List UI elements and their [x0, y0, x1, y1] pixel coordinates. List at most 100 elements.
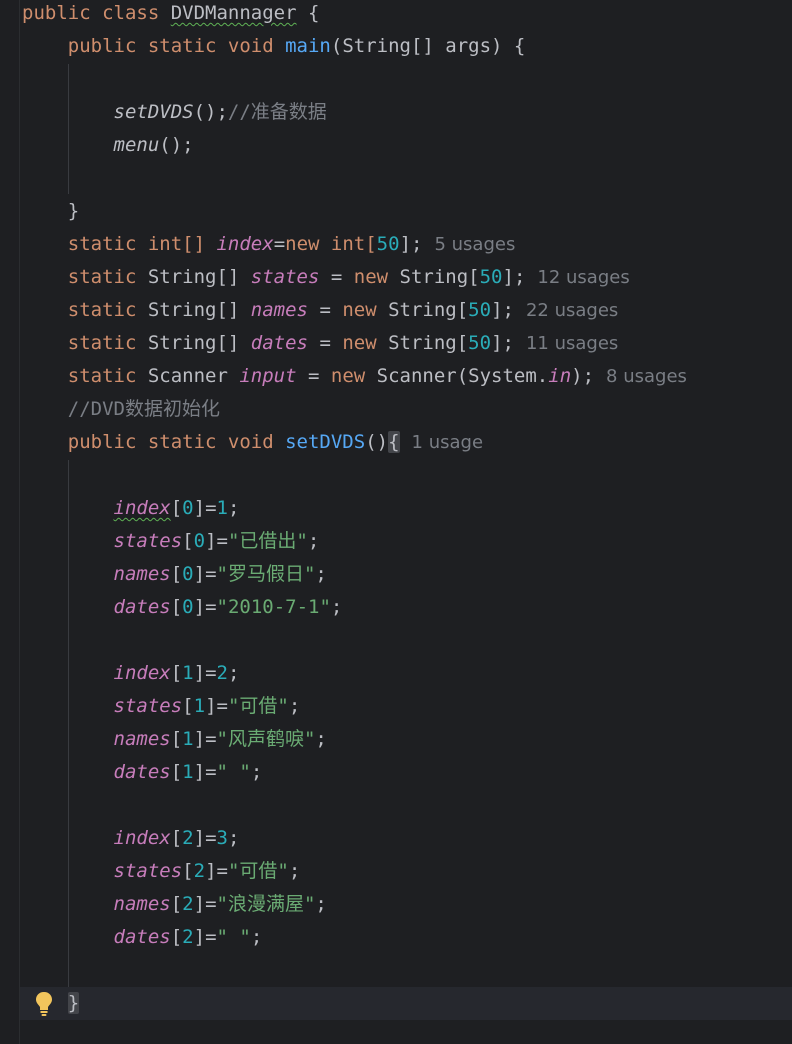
- code-line-field-index[interactable]: static int[] index=new int[50]; 5 usages: [22, 228, 516, 261]
- string-value: "罗马假日": [216, 563, 316, 585]
- string-value: " ": [216, 761, 251, 783]
- field-ref[interactable]: states: [114, 860, 183, 882]
- field-ref[interactable]: index: [114, 497, 171, 519]
- code-line-assignment[interactable]: index[0]=1;: [22, 492, 240, 525]
- type: int[: [330, 233, 377, 255]
- code-line-class-decl[interactable]: public class DVDMannager {: [22, 0, 319, 30]
- array-index: 0: [182, 596, 194, 618]
- code-line-assignment[interactable]: index[1]=2;: [22, 657, 240, 690]
- gutter-divider: [19, 0, 20, 1044]
- field-ref[interactable]: names: [114, 728, 171, 750]
- keyword: static: [67, 365, 148, 387]
- code-line-field-states[interactable]: static String[] states = new String[50];…: [22, 261, 630, 294]
- operator: ]=: [193, 761, 217, 783]
- string-value: "2010-7-1": [216, 596, 331, 618]
- code-line-call-menu[interactable]: menu();: [22, 129, 194, 162]
- array-index: 1: [182, 662, 194, 684]
- string-value: "可借": [227, 860, 289, 882]
- code-line-assignment[interactable]: dates[2]=" ";: [22, 921, 263, 954]
- usages-hint[interactable]: 22 usages: [526, 300, 618, 321]
- value: 3: [216, 827, 228, 849]
- field-ref[interactable]: states: [114, 530, 183, 552]
- field-ref[interactable]: names: [114, 893, 171, 915]
- code-line-close-setdvds[interactable]: }: [22, 987, 80, 1020]
- semicolon: ;: [250, 761, 263, 783]
- code-line-close-main[interactable]: }: [22, 195, 79, 228]
- bracket: [: [170, 893, 183, 915]
- class-name[interactable]: DVDMannager: [171, 2, 297, 24]
- operator: =: [273, 233, 286, 255]
- bracket: [: [182, 695, 194, 717]
- field-name[interactable]: states: [251, 266, 320, 288]
- field-name[interactable]: dates: [251, 332, 308, 354]
- keyword: new: [285, 233, 331, 255]
- keyword: static: [67, 299, 148, 321]
- method-name[interactable]: setDVDS: [285, 431, 365, 453]
- semicolon: ;: [307, 530, 320, 552]
- code-line-assignment[interactable]: dates[0]="2010-7-1";: [22, 591, 343, 624]
- code-line-field-names[interactable]: static String[] names = new String[50]; 2…: [22, 294, 619, 327]
- array-index: 2: [182, 827, 194, 849]
- field-ref[interactable]: index: [114, 827, 171, 849]
- code-line-assignment[interactable]: names[2]="浪漫满屋";: [22, 888, 327, 921]
- bracket: [: [170, 761, 183, 783]
- code-line-assignment[interactable]: names[1]="风声鹤唳";: [22, 723, 327, 756]
- field-ref[interactable]: index: [114, 662, 171, 684]
- operator: ]=: [193, 662, 217, 684]
- constructor-call: Scanner(System.: [376, 365, 549, 387]
- comment: //准备数据: [227, 101, 327, 123]
- field-name[interactable]: index: [216, 233, 273, 255]
- array-index: 0: [182, 497, 194, 519]
- method-call[interactable]: menu: [114, 134, 160, 156]
- keyword: new: [353, 266, 400, 288]
- field-name[interactable]: input: [239, 365, 296, 387]
- code-editor[interactable]: public class DVDMannager { public static…: [0, 0, 792, 1044]
- code-line-assignment[interactable]: states[0]="已借出";: [22, 525, 320, 558]
- current-line-highlight: [20, 987, 792, 1020]
- usages-hint[interactable]: 8 usages: [606, 366, 687, 387]
- code-line-call-setdvds[interactable]: setDVDS();//准备数据: [22, 96, 327, 129]
- field-ref[interactable]: dates: [114, 761, 171, 783]
- code-line-assignment[interactable]: states[1]="可借";: [22, 690, 301, 723]
- keyword: static: [67, 233, 148, 255]
- semicolon: ;: [288, 695, 301, 717]
- code-line-assignment[interactable]: dates[1]=" ";: [22, 756, 263, 789]
- type: String[]: [147, 299, 251, 321]
- code-line-field-dates[interactable]: static String[] dates = new String[50]; 1…: [22, 327, 619, 360]
- code-line-assignment[interactable]: index[2]=3;: [22, 822, 240, 855]
- code-line-field-input[interactable]: static Scanner input = new Scanner(Syste…: [22, 360, 687, 393]
- field-ref[interactable]: dates: [114, 596, 171, 618]
- field-ref[interactable]: names: [114, 563, 171, 585]
- static-field[interactable]: in: [548, 365, 571, 387]
- usages-hint[interactable]: 5 usages: [434, 234, 515, 255]
- semicolon: ;: [250, 926, 263, 948]
- code-line-assignment[interactable]: names[0]="罗马假日";: [22, 558, 327, 591]
- type: int[]: [147, 233, 217, 255]
- operator: ]=: [205, 530, 228, 552]
- keyword: public class: [22, 2, 171, 24]
- field-name[interactable]: names: [251, 299, 308, 321]
- field-ref[interactable]: states: [114, 695, 183, 717]
- usages-hint[interactable]: 12 usages: [537, 267, 629, 288]
- operator: =: [308, 299, 343, 321]
- parentheses: (): [365, 431, 389, 453]
- method-call[interactable]: setDVDS: [114, 101, 194, 123]
- usages-hint[interactable]: 11 usages: [526, 333, 618, 354]
- keyword: new: [342, 332, 389, 354]
- code-line-setdvds-decl[interactable]: public static void setDVDS(){1 usage: [22, 426, 483, 459]
- string-value: "可借": [227, 695, 289, 717]
- keyword: new: [330, 365, 377, 387]
- keyword: static: [67, 332, 148, 354]
- field-ref[interactable]: dates: [114, 926, 171, 948]
- usages-hint[interactable]: 1 usage: [412, 432, 484, 453]
- keyword: public static void: [67, 35, 286, 57]
- string-value: "风声鹤唳": [216, 728, 316, 750]
- keyword: static: [67, 266, 148, 288]
- comment: //DVD数据初始化: [67, 398, 220, 420]
- operator: ]=: [205, 860, 228, 882]
- code-line-assignment[interactable]: states[2]="可借";: [22, 855, 301, 888]
- operator: ]=: [193, 596, 217, 618]
- code-line-comment[interactable]: //DVD数据初始化: [22, 393, 220, 426]
- code-line-main-decl[interactable]: public static void main(String[] args) {: [22, 30, 526, 63]
- method-name[interactable]: main: [285, 35, 331, 57]
